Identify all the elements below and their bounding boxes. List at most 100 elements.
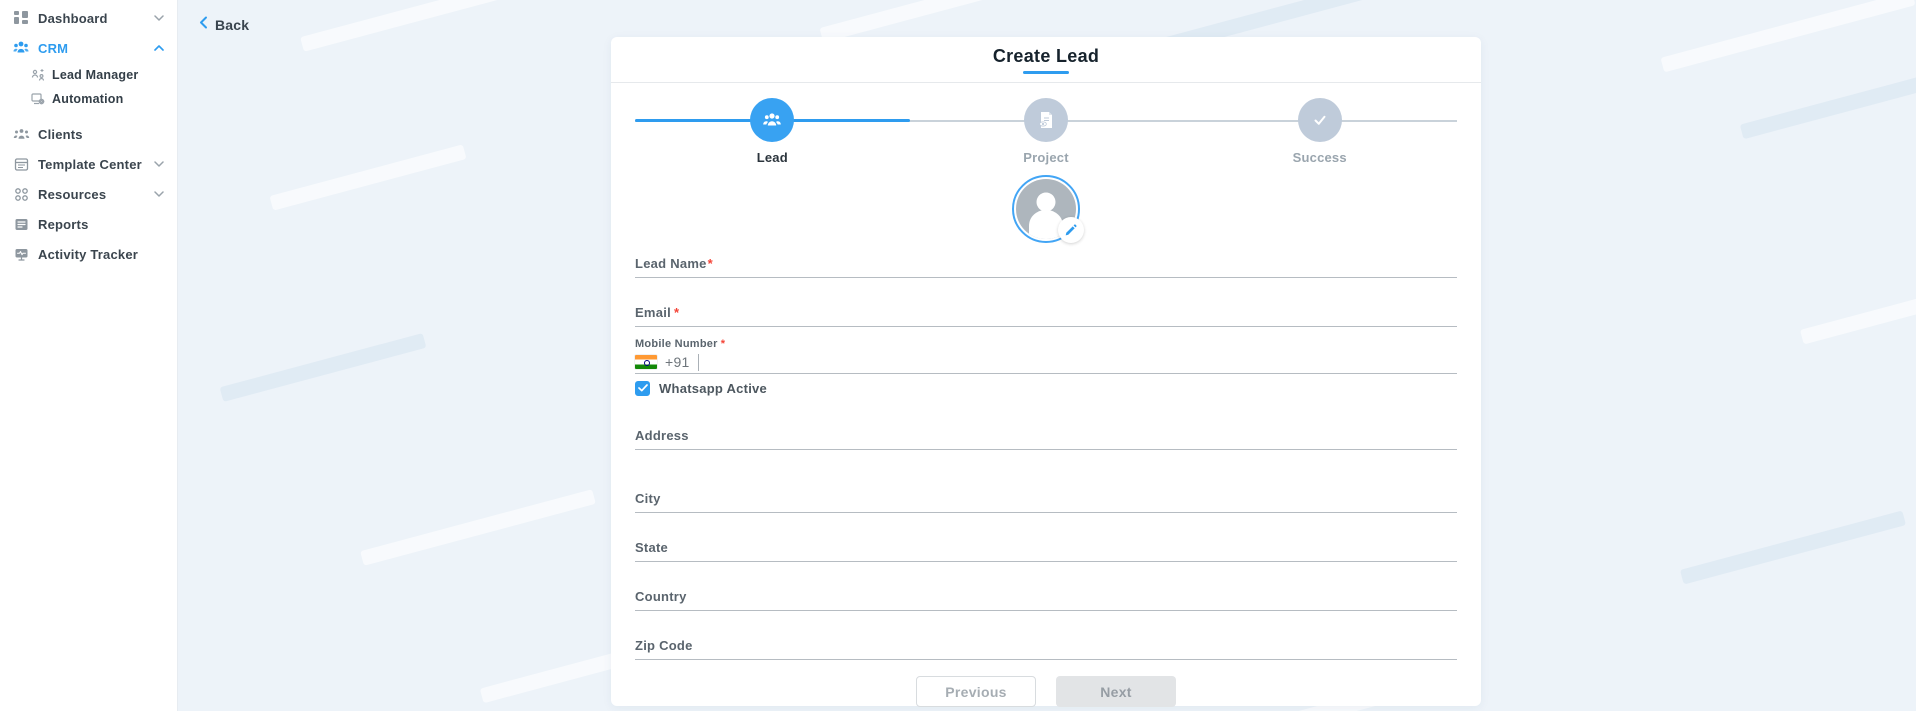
- country-input[interactable]: [635, 605, 1457, 610]
- sidebar-label-lead-manager: Lead Manager: [52, 68, 139, 82]
- pencil-icon: [1065, 224, 1077, 236]
- sidebar-item-clients[interactable]: Clients: [0, 119, 177, 149]
- create-lead-form: Lead Name* Email * Mobile Number * +91 W…: [635, 256, 1457, 707]
- email-field-group: Email *: [635, 305, 1457, 327]
- email-input[interactable]: [635, 321, 1457, 326]
- sidebar-label-activity-tracker: Activity Tracker: [38, 246, 139, 262]
- chevron-left-icon: [199, 16, 208, 34]
- country-field-group: Country: [635, 589, 1457, 611]
- mobile-number-label: Mobile Number *: [635, 338, 726, 350]
- back-label: Back: [215, 17, 250, 33]
- background-streak: [300, 0, 536, 52]
- step-project[interactable]: Project: [986, 98, 1106, 165]
- zip-code-input[interactable]: [635, 654, 1457, 659]
- edit-avatar-button[interactable]: [1058, 217, 1084, 243]
- sidebar-label-automation: Automation: [52, 92, 124, 106]
- success-step-icon: [1297, 98, 1342, 142]
- address-field-group: Address: [635, 428, 1457, 450]
- dashboard-icon: [12, 9, 30, 27]
- check-icon: [637, 384, 648, 392]
- lead-name-label: Lead Name*: [635, 256, 713, 271]
- next-button[interactable]: Next: [1056, 676, 1176, 707]
- address-input[interactable]: [635, 444, 1457, 449]
- mobile-number-input[interactable]: [706, 352, 1457, 372]
- sidebar-item-lead-manager[interactable]: Lead Manager: [0, 63, 177, 87]
- step-success[interactable]: Success: [1260, 98, 1380, 165]
- sidebar-label-reports: Reports: [38, 216, 89, 232]
- page-title: Create Lead: [992, 46, 1100, 66]
- resources-icon: [12, 185, 30, 203]
- sidebar-item-resources[interactable]: Resources: [0, 179, 177, 209]
- sidebar-label-template-center: Template Center: [38, 156, 142, 172]
- zip-code-label: Zip Code: [635, 638, 693, 653]
- background-streak: [360, 489, 596, 566]
- sidebar-label-crm: CRM: [38, 40, 69, 56]
- background-streak: [1799, 270, 1916, 345]
- avatar-upload[interactable]: [1012, 175, 1084, 243]
- sidebar-label-dashboard: Dashboard: [38, 10, 108, 26]
- lead-name-input[interactable]: [635, 272, 1457, 277]
- card-header: Create Lead: [611, 37, 1481, 83]
- whatsapp-active-row[interactable]: Whatsapp Active: [635, 380, 1457, 396]
- lead-manager-icon: [30, 68, 45, 83]
- crm-icon: [12, 39, 30, 57]
- sidebar-item-template-center[interactable]: Template Center: [0, 149, 177, 179]
- chevron-down-icon: [153, 12, 165, 24]
- country-label: Country: [635, 589, 687, 604]
- automation-icon: [30, 92, 45, 107]
- sidebar-label-clients: Clients: [38, 126, 83, 142]
- india-flag-icon[interactable]: [635, 355, 657, 369]
- step-label-lead: Lead: [756, 150, 788, 165]
- chevron-down-icon: [153, 158, 165, 170]
- crm-submenu: Lead Manager Automation: [0, 63, 177, 111]
- clients-icon: [12, 125, 30, 143]
- workspace: Back Create Lead Lead Project Success Le…: [178, 0, 1916, 711]
- sidebar-item-dashboard[interactable]: Dashboard: [0, 3, 177, 33]
- reports-icon: [12, 215, 30, 233]
- create-lead-card: Create Lead Lead Project Success Lead Na…: [611, 37, 1481, 707]
- sidebar-item-crm[interactable]: CRM: [0, 33, 177, 63]
- phone-divider: [697, 353, 699, 371]
- required-asterisk: *: [707, 256, 713, 271]
- sidebar-item-activity-tracker[interactable]: Activity Tracker: [0, 239, 177, 269]
- activity-tracker-icon: [12, 245, 30, 263]
- city-input[interactable]: [635, 507, 1457, 512]
- required-asterisk: *: [673, 305, 680, 320]
- lead-name-field-group: Lead Name*: [635, 256, 1457, 278]
- step-label-success: Success: [1292, 150, 1347, 165]
- background-streak: [1739, 67, 1916, 140]
- whatsapp-checkbox[interactable]: [635, 380, 650, 396]
- back-button[interactable]: Back: [199, 16, 249, 34]
- sidebar-item-automation[interactable]: Automation: [0, 87, 177, 111]
- sidebar-label-resources: Resources: [38, 186, 107, 202]
- background-streak: [1660, 0, 1916, 73]
- title-accent-bar: [1023, 71, 1069, 74]
- city-label: City: [635, 491, 661, 506]
- project-step-icon: [1024, 98, 1068, 142]
- mobile-field-group: Mobile Number * +91: [635, 338, 1457, 374]
- sidebar-item-reports[interactable]: Reports: [0, 209, 177, 239]
- email-label: Email *: [635, 305, 680, 320]
- chevron-up-icon: [153, 42, 165, 54]
- state-input[interactable]: [635, 556, 1457, 561]
- previous-button[interactable]: Previous: [916, 676, 1036, 707]
- country-code: +91: [665, 354, 690, 370]
- zip-code-field-group: Zip Code: [635, 638, 1457, 660]
- template-center-icon: [12, 155, 30, 173]
- step-label-project: Project: [1023, 150, 1069, 165]
- stepper: Lead Project Success: [635, 98, 1457, 166]
- step-lead[interactable]: Lead: [712, 98, 832, 165]
- state-field-group: State: [635, 540, 1457, 562]
- avatar-section: [635, 175, 1457, 243]
- state-label: State: [635, 540, 669, 555]
- background-streak: [219, 333, 427, 402]
- whatsapp-active-label: Whatsapp Active: [659, 380, 768, 396]
- chevron-down-icon: [153, 188, 165, 200]
- city-field-group: City: [635, 491, 1457, 513]
- background-streak: [1679, 510, 1907, 585]
- address-label: Address: [635, 428, 689, 443]
- background-streak: [269, 144, 467, 211]
- sidebar: Dashboard CRM Lead Manager Automation Cl…: [0, 0, 178, 711]
- form-actions: Previous Next: [635, 676, 1457, 707]
- lead-step-icon: [750, 98, 795, 142]
